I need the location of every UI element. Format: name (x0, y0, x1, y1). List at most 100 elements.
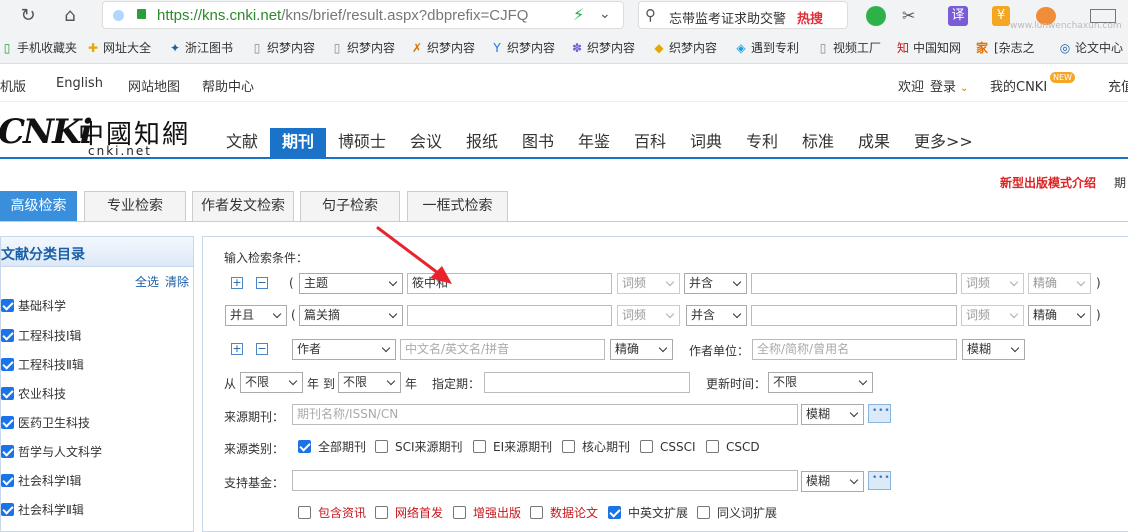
tab-single-box-search[interactable]: 一框式检索 (407, 191, 508, 222)
new-publishing-link[interactable]: 新型出版模式介绍 (1000, 174, 1096, 191)
login-link[interactable]: 登录 ⌄ (930, 76, 969, 95)
bookmark-item[interactable]: ▯ 手机收藏夹 (0, 38, 77, 58)
checkbox[interactable] (453, 506, 466, 519)
category-option-all[interactable]: 全部期刊 (298, 439, 366, 455)
window-icon[interactable] (1090, 9, 1116, 23)
source-journal-match-select[interactable]: 模糊 (801, 404, 864, 425)
promo-trailing-text[interactable]: 期 (1114, 174, 1126, 191)
fund-match-select[interactable]: 模糊 (801, 471, 864, 492)
keyword-input-2b[interactable] (751, 305, 957, 326)
recharge-link[interactable]: 充值 (1108, 76, 1128, 95)
bookmark-item[interactable]: ✚ 网址大全 (86, 38, 151, 58)
match-select-2[interactable]: 精确 (1028, 305, 1091, 326)
mobile-version-link[interactable]: 机版 (0, 76, 26, 95)
speed-mode-icon[interactable]: ⚡ (573, 5, 584, 24)
frequency-select-1[interactable]: 词频 (617, 273, 680, 294)
category-option-core[interactable]: 核心期刊 (562, 439, 630, 455)
nav-journals[interactable]: 期刊 (270, 128, 326, 158)
category-item[interactable]: 工程科技Ⅰ辑 (1, 327, 82, 345)
option-online-first[interactable]: 网络首发 (375, 505, 443, 521)
checkbox[interactable] (562, 440, 575, 453)
checkbox[interactable] (697, 506, 710, 519)
sitemap-link[interactable]: 网站地图 (128, 76, 180, 95)
author-unit-input[interactable]: 全称/简称/曾用名 (752, 339, 957, 360)
checkbox[interactable] (1, 416, 14, 429)
nav-dictionary[interactable]: 词典 (690, 128, 722, 158)
clear-link[interactable]: 清除 (165, 273, 189, 290)
nav-yearbook[interactable]: 年鉴 (578, 128, 610, 158)
checkbox[interactable] (530, 506, 543, 519)
english-link[interactable]: English (56, 76, 103, 91)
nav-conference[interactable]: 会议 (410, 128, 442, 158)
option-include-news[interactable]: 包含资讯 (298, 505, 366, 521)
bookmark-item[interactable]: ✗ 织梦内容 (410, 38, 482, 58)
tab-sentence-search[interactable]: 句子检索 (300, 191, 400, 222)
tab-author-search[interactable]: 作者发文检索 (192, 191, 294, 222)
category-item[interactable]: 医药卫生科技 (1, 414, 90, 432)
bookmark-item[interactable]: ▯ 织梦内容 (330, 38, 402, 58)
hot-search-badge[interactable]: 热搜 (797, 8, 823, 27)
nav-encyclopedia[interactable]: 百科 (634, 128, 666, 158)
logic-select-1[interactable]: 并含 (684, 273, 747, 294)
bookmark-item[interactable]: ✽ 织梦内容 (570, 38, 642, 58)
author-field-select[interactable]: 作者 (292, 339, 396, 360)
nav-thesis[interactable]: 博硕士 (338, 128, 386, 158)
checkbox[interactable] (1, 358, 14, 371)
author-match-select[interactable]: 精确 (610, 339, 673, 360)
bookmark-item[interactable]: ◈ 遇到专利 (734, 38, 806, 58)
option-enhanced-publishing[interactable]: 增强出版 (453, 505, 521, 521)
checkbox[interactable] (375, 506, 388, 519)
option-synonym-expand[interactable]: 同义词扩展 (697, 505, 777, 521)
period-input[interactable] (484, 372, 690, 393)
checkbox[interactable] (298, 506, 311, 519)
checkbox[interactable] (1, 474, 14, 487)
nav-books[interactable]: 图书 (522, 128, 554, 158)
frequency-select-2[interactable]: 词频 (617, 305, 680, 326)
select-all-link[interactable]: 全选 (135, 273, 159, 290)
frequency-select-1b[interactable]: 词频 (961, 273, 1024, 294)
category-item[interactable]: 社会科学Ⅰ辑 (1, 472, 82, 490)
translate-icon[interactable]: 译 (948, 6, 968, 26)
category-item[interactable]: 基础科学 (1, 297, 66, 315)
scissors-icon[interactable]: ✂ (902, 6, 915, 26)
category-item[interactable]: 工程科技Ⅱ辑 (1, 356, 84, 374)
checkbox[interactable] (1, 329, 14, 342)
address-bar[interactable]: https://kns.cnki.net/kns/brief/result.as… (102, 1, 624, 29)
nav-newspaper[interactable]: 报纸 (466, 128, 498, 158)
checkbox[interactable] (1, 387, 14, 400)
category-option-cssci[interactable]: CSSCI (640, 439, 696, 455)
match-select-1[interactable]: 精确 (1028, 273, 1091, 294)
fund-input[interactable] (292, 470, 798, 491)
add-author-row-icon[interactable]: + (231, 343, 243, 355)
category-option-cscd[interactable]: CSCD (706, 439, 760, 455)
keyword-input-2[interactable] (407, 305, 612, 326)
bookmark-item[interactable]: ✦ 浙江图书 (168, 38, 238, 58)
nav-patent[interactable]: 专利 (746, 128, 778, 158)
remove-row-icon[interactable]: − (256, 277, 268, 289)
category-option-sci[interactable]: SCI来源期刊 (375, 439, 463, 455)
home-icon[interactable]: ⌂ (58, 4, 82, 28)
site-info-icon[interactable] (113, 10, 124, 21)
coupon-icon[interactable]: ¥ (992, 6, 1010, 26)
browser-search-box[interactable]: ⚲ 忘带监考证求助交警 热搜 (638, 1, 848, 29)
reload-icon[interactable]: ↻ (16, 4, 40, 28)
option-cn-en-expand[interactable]: 中英文扩展 (608, 505, 688, 521)
source-journal-input[interactable]: 期刊名称/ISSN/CN (292, 404, 798, 425)
fund-picker-button[interactable] (868, 471, 891, 490)
author-input[interactable]: 中文名/英文名/拼音 (400, 339, 605, 360)
extension-icon[interactable] (866, 6, 886, 26)
checkbox[interactable] (706, 440, 719, 453)
journal-picker-button[interactable] (868, 404, 891, 423)
update-time-select[interactable]: 不限 (768, 372, 873, 393)
category-item[interactable]: 社会科学Ⅱ辑 (1, 501, 84, 519)
author-unit-match-select[interactable]: 模糊 (962, 339, 1025, 360)
tab-professional-search[interactable]: 专业检索 (84, 191, 186, 222)
frequency-select-2b[interactable]: 词频 (961, 305, 1024, 326)
bookmark-item[interactable]: ◆ 织梦内容 (652, 38, 724, 58)
tab-advanced-search[interactable]: 高级检索 (0, 191, 77, 222)
nav-achievement[interactable]: 成果 (858, 128, 890, 158)
bookmark-item[interactable]: ▯ 织梦内容 (250, 38, 322, 58)
year-to-select[interactable]: 不限 (338, 372, 401, 393)
keyword-input-1b[interactable] (751, 273, 957, 294)
bookmark-item[interactable]: ◎ 论文中心 (1058, 38, 1128, 58)
